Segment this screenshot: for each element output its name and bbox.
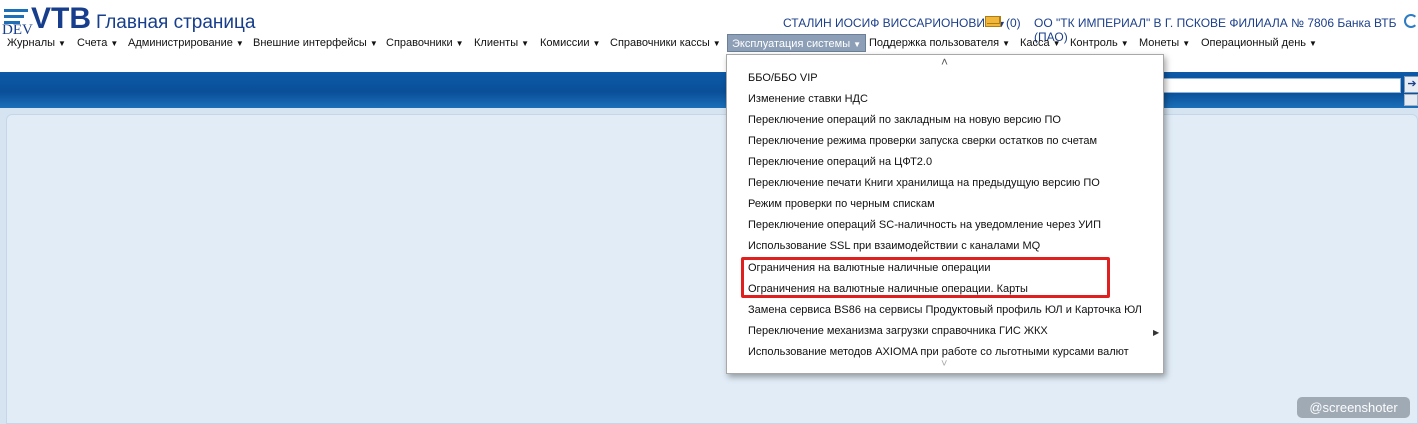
- submenu-arrow-icon: ▶: [1153, 328, 1160, 337]
- logo-text: VTB: [31, 2, 91, 35]
- dropdown-item[interactable]: Изменение ставки НДС: [748, 89, 868, 109]
- page-title: Главная страница: [96, 12, 256, 33]
- menu-label: Справочники кассы: [610, 37, 710, 49]
- menu-label: Счета: [77, 37, 108, 49]
- watermark-badge: @screenshoter: [1297, 397, 1410, 418]
- scroll-handle[interactable]: [1404, 94, 1418, 106]
- menu-label: Касса: [1020, 37, 1050, 49]
- menu-label: Клиенты: [474, 37, 519, 49]
- menu-label: Эксплуатация системы: [732, 38, 851, 50]
- menu-item-clients[interactable]: Клиенты ▼: [474, 34, 529, 52]
- menu-label: Монеты: [1139, 37, 1180, 49]
- scroll-up-icon[interactable]: ˄: [941, 55, 948, 69]
- menu-label: Внешние интерфейсы: [253, 37, 367, 49]
- menu-item-external-interfaces[interactable]: Внешние интерфейсы ▼: [253, 34, 378, 52]
- dropdown-item[interactable]: ББО/ББО VIP: [748, 68, 818, 88]
- dropdown-item[interactable]: Использование SSL при взаимодействии с к…: [748, 236, 1040, 256]
- menu-item-administration[interactable]: Администрирование ▼: [128, 34, 244, 52]
- menu-item-control[interactable]: Контроль ▼: [1070, 34, 1129, 52]
- menu-label: Справочники: [386, 37, 453, 49]
- dropdown-item[interactable]: Использование методов AXIOMA при работе …: [748, 342, 1129, 362]
- menu-item-coins[interactable]: Монеты ▼: [1139, 34, 1190, 52]
- caret-down-icon: ▼: [110, 39, 119, 48]
- caret-down-icon: ▼: [369, 39, 378, 48]
- menu-item-user-support[interactable]: Поддержка пользователя ▼: [869, 34, 1010, 52]
- caret-down-icon: ▼: [853, 40, 862, 49]
- caret-down-icon: ▼: [1182, 39, 1191, 48]
- dropdown-item[interactable]: Переключение печати Книги хранилища на п…: [748, 173, 1100, 193]
- menu-item-accounts[interactable]: Счета ▼: [77, 34, 118, 52]
- menu-item-system-operation[interactable]: Эксплуатация системы ▼: [727, 34, 867, 52]
- dropdown-item[interactable]: Переключение режима проверки запуска све…: [748, 131, 1097, 151]
- caret-down-icon: ▼: [1309, 39, 1317, 48]
- header: VTB DEV Главная страница СТАЛИН ИОСИФ ВИ…: [0, 0, 1418, 72]
- menu-label: Операционный день: [1201, 37, 1307, 49]
- caret-down-icon: ▼: [592, 39, 601, 48]
- menu-item-journals[interactable]: Журналы ▼: [7, 34, 66, 52]
- user-menu[interactable]: СТАЛИН ИОСИФ ВИССАРИОНОВИЧ ▼: [783, 16, 1006, 30]
- vtb-logo[interactable]: VTB DEV: [2, 2, 94, 38]
- menu-label: Администрирование: [128, 37, 233, 49]
- caret-down-icon: ▼: [1120, 39, 1129, 48]
- menu-label: Контроль: [1070, 37, 1118, 49]
- menu-item-cashdesk[interactable]: Касса ▼: [1020, 34, 1061, 52]
- menu-item-operational-day[interactable]: Операционный день ▼: [1201, 34, 1317, 52]
- dropdown-item-gis-zhkh[interactable]: Переключение механизма загрузки справочн…: [748, 321, 1048, 341]
- dropdown-item[interactable]: Переключение операций по закладным на но…: [748, 110, 1061, 130]
- scroll-down-icon[interactable]: ˅: [941, 358, 947, 370]
- menu-label: Поддержка пользователя: [869, 37, 1000, 49]
- caret-down-icon: ▼: [521, 39, 530, 48]
- menu-item-commissions[interactable]: Комиссии ▼: [540, 34, 600, 52]
- caret-down-icon: ▼: [1052, 39, 1061, 48]
- highlight-box: [741, 257, 1110, 298]
- caret-down-icon: ▼: [1002, 39, 1011, 48]
- caret-down-icon: ▼: [455, 39, 464, 48]
- caret-down-icon: ▼: [58, 39, 66, 48]
- dropdown-item[interactable]: Переключение операций на ЦФТ2.0: [748, 152, 932, 172]
- mail-count[interactable]: (0): [1006, 16, 1021, 30]
- menu-item-cash-references[interactable]: Справочники кассы ▼: [610, 34, 721, 52]
- search-input[interactable]: [1163, 78, 1401, 93]
- go-arrow-icon[interactable]: ➔: [1404, 76, 1418, 93]
- system-operation-dropdown: ˄ ББО/ББО VIP Изменение ставки НДС Перек…: [726, 54, 1164, 374]
- menu-item-references[interactable]: Справочники ▼: [386, 34, 464, 52]
- menu-label: Комиссии: [540, 37, 590, 49]
- menu-label: Журналы: [7, 37, 56, 49]
- user-name: СТАЛИН ИОСИФ ВИССАРИОНОВИЧ: [783, 16, 993, 30]
- caret-down-icon: ▼: [712, 39, 721, 48]
- dropdown-item[interactable]: Режим проверки по черным спискам: [748, 194, 935, 214]
- dropdown-item[interactable]: Замена сервиса BS86 на сервисы Продуктов…: [748, 300, 1142, 320]
- dropdown-item[interactable]: Переключение операций SC-наличность на у…: [748, 215, 1101, 235]
- mail-icon[interactable]: [985, 16, 1001, 27]
- caret-down-icon: ▼: [235, 39, 244, 48]
- workspace-panel: [6, 114, 1418, 424]
- refresh-icon[interactable]: [1404, 14, 1418, 28]
